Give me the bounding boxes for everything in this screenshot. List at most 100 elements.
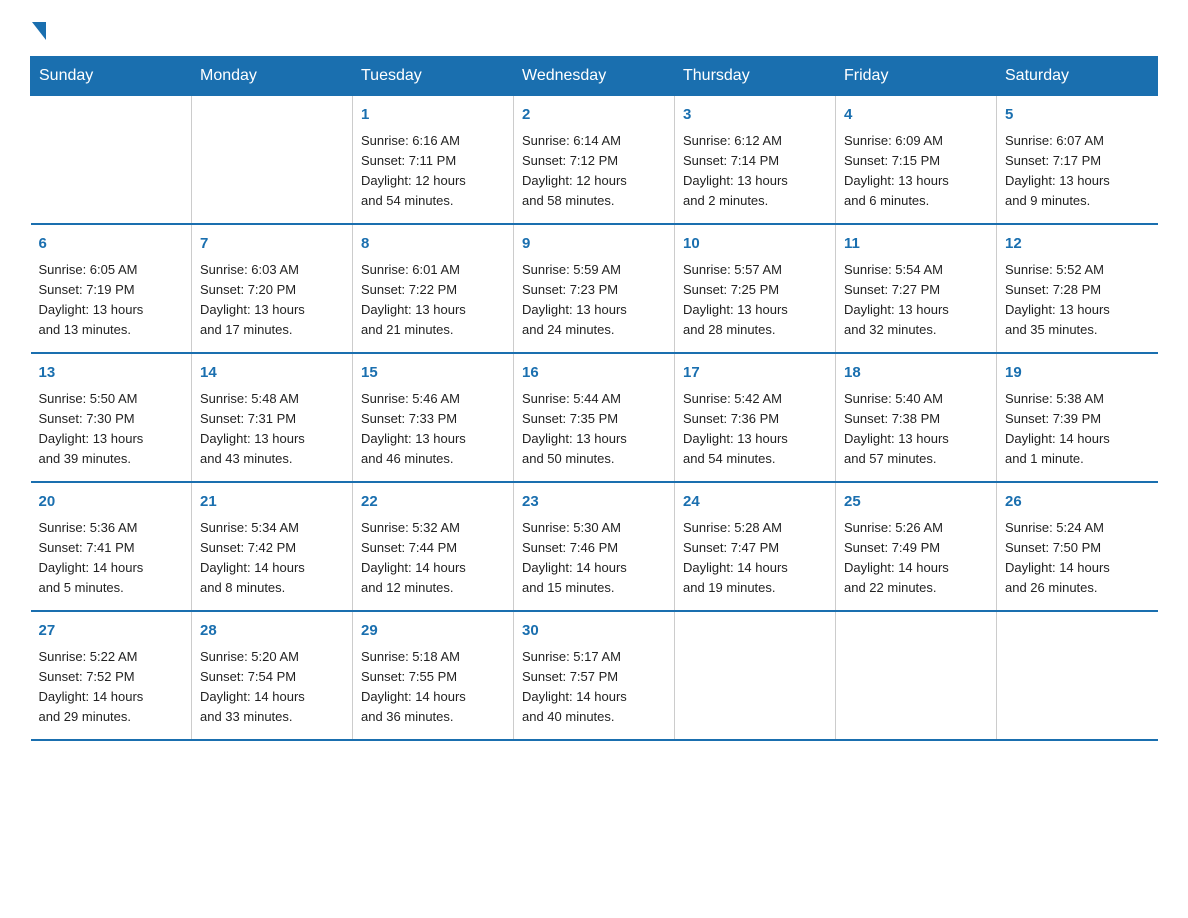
day-info: Sunrise: 6:16 AM Sunset: 7:11 PM Dayligh… xyxy=(361,131,505,212)
calendar-cell: 5 Sunrise: 6:07 AM Sunset: 7:17 PM Daylig… xyxy=(997,96,1158,225)
day-number: 2 xyxy=(522,104,666,127)
day-info: Sunrise: 5:20 AM Sunset: 7:54 PM Dayligh… xyxy=(200,647,344,728)
day-info: Sunrise: 5:17 AM Sunset: 7:57 PM Dayligh… xyxy=(522,647,666,728)
logo-arrow-icon xyxy=(32,22,46,40)
day-info: Sunrise: 5:50 AM Sunset: 7:30 PM Dayligh… xyxy=(39,389,184,470)
day-info: Sunrise: 5:22 AM Sunset: 7:52 PM Dayligh… xyxy=(39,647,184,728)
header-cell-friday: Friday xyxy=(836,57,997,96)
day-number: 22 xyxy=(361,491,505,514)
header-cell-monday: Monday xyxy=(192,57,353,96)
header-row: SundayMondayTuesdayWednesdayThursdayFrid… xyxy=(31,57,1158,96)
calendar-cell: 12Sunrise: 5:52 AM Sunset: 7:28 PM Dayli… xyxy=(997,224,1158,353)
day-number: 18 xyxy=(844,362,988,385)
day-number: 19 xyxy=(1005,362,1150,385)
day-number: 8 xyxy=(361,233,505,256)
header-cell-tuesday: Tuesday xyxy=(353,57,514,96)
day-number: 11 xyxy=(844,233,988,256)
day-number: 5 xyxy=(1005,104,1150,127)
day-number: 30 xyxy=(522,620,666,643)
calendar-cell xyxy=(997,611,1158,740)
day-number: 29 xyxy=(361,620,505,643)
week-row-2: 6 Sunrise: 6:05 AM Sunset: 7:19 PM Daylig… xyxy=(31,224,1158,353)
day-info: Sunrise: 5:36 AM Sunset: 7:41 PM Dayligh… xyxy=(39,518,184,599)
calendar-cell: 25 Sunrise: 5:26 AM Sunset: 7:49 PM Dayli… xyxy=(836,482,997,611)
day-number: 24 xyxy=(683,491,827,514)
day-number: 21 xyxy=(200,491,344,514)
day-number: 7 xyxy=(200,233,344,256)
day-number: 20 xyxy=(39,491,184,514)
calendar-cell: 9 Sunrise: 5:59 AM Sunset: 7:23 PM Daylig… xyxy=(514,224,675,353)
day-info: Sunrise: 6:03 AM Sunset: 7:20 PM Dayligh… xyxy=(200,260,344,341)
header-cell-wednesday: Wednesday xyxy=(514,57,675,96)
day-number: 12 xyxy=(1005,233,1150,256)
calendar-cell xyxy=(192,96,353,225)
header-cell-saturday: Saturday xyxy=(997,57,1158,96)
calendar-cell: 30 Sunrise: 5:17 AM Sunset: 7:57 PM Dayli… xyxy=(514,611,675,740)
day-info: Sunrise: 5:46 AM Sunset: 7:33 PM Dayligh… xyxy=(361,389,505,470)
calendar-cell: 6 Sunrise: 6:05 AM Sunset: 7:19 PM Daylig… xyxy=(31,224,192,353)
day-number: 1 xyxy=(361,104,505,127)
calendar-cell: 23Sunrise: 5:30 AM Sunset: 7:46 PM Dayli… xyxy=(514,482,675,611)
calendar-cell: 21 Sunrise: 5:34 AM Sunset: 7:42 PM Dayli… xyxy=(192,482,353,611)
day-info: Sunrise: 5:48 AM Sunset: 7:31 PM Dayligh… xyxy=(200,389,344,470)
day-number: 6 xyxy=(39,233,184,256)
week-row-3: 13Sunrise: 5:50 AM Sunset: 7:30 PM Dayli… xyxy=(31,353,1158,482)
calendar-cell: 2 Sunrise: 6:14 AM Sunset: 7:12 PM Daylig… xyxy=(514,96,675,225)
calendar-cell: 22 Sunrise: 5:32 AM Sunset: 7:44 PM Dayli… xyxy=(353,482,514,611)
day-info: Sunrise: 5:59 AM Sunset: 7:23 PM Dayligh… xyxy=(522,260,666,341)
day-number: 26 xyxy=(1005,491,1150,514)
calendar-cell: 7 Sunrise: 6:03 AM Sunset: 7:20 PM Daylig… xyxy=(192,224,353,353)
calendar-cell: 3 Sunrise: 6:12 AM Sunset: 7:14 PM Daylig… xyxy=(675,96,836,225)
day-number: 25 xyxy=(844,491,988,514)
day-info: Sunrise: 6:01 AM Sunset: 7:22 PM Dayligh… xyxy=(361,260,505,341)
calendar-cell: 15 Sunrise: 5:46 AM Sunset: 7:33 PM Dayli… xyxy=(353,353,514,482)
day-info: Sunrise: 5:38 AM Sunset: 7:39 PM Dayligh… xyxy=(1005,389,1150,470)
day-info: Sunrise: 5:42 AM Sunset: 7:36 PM Dayligh… xyxy=(683,389,827,470)
day-info: Sunrise: 5:24 AM Sunset: 7:50 PM Dayligh… xyxy=(1005,518,1150,599)
day-info: Sunrise: 5:40 AM Sunset: 7:38 PM Dayligh… xyxy=(844,389,988,470)
day-info: Sunrise: 5:44 AM Sunset: 7:35 PM Dayligh… xyxy=(522,389,666,470)
day-number: 28 xyxy=(200,620,344,643)
calendar-cell: 10 Sunrise: 5:57 AM Sunset: 7:25 PM Dayli… xyxy=(675,224,836,353)
day-info: Sunrise: 5:26 AM Sunset: 7:49 PM Dayligh… xyxy=(844,518,988,599)
calendar-cell: 29Sunrise: 5:18 AM Sunset: 7:55 PM Dayli… xyxy=(353,611,514,740)
header-cell-thursday: Thursday xyxy=(675,57,836,96)
day-number: 14 xyxy=(200,362,344,385)
calendar-cell xyxy=(675,611,836,740)
header-cell-sunday: Sunday xyxy=(31,57,192,96)
day-info: Sunrise: 6:12 AM Sunset: 7:14 PM Dayligh… xyxy=(683,131,827,212)
day-info: Sunrise: 5:34 AM Sunset: 7:42 PM Dayligh… xyxy=(200,518,344,599)
day-number: 16 xyxy=(522,362,666,385)
day-info: Sunrise: 6:05 AM Sunset: 7:19 PM Dayligh… xyxy=(39,260,184,341)
week-row-1: 1 Sunrise: 6:16 AM Sunset: 7:11 PM Daylig… xyxy=(31,96,1158,225)
day-info: Sunrise: 6:09 AM Sunset: 7:15 PM Dayligh… xyxy=(844,131,988,212)
page-header xyxy=(30,20,1158,38)
calendar-cell xyxy=(31,96,192,225)
calendar-cell xyxy=(836,611,997,740)
day-number: 3 xyxy=(683,104,827,127)
day-info: Sunrise: 5:30 AM Sunset: 7:46 PM Dayligh… xyxy=(522,518,666,599)
calendar-cell: 27 Sunrise: 5:22 AM Sunset: 7:52 PM Dayli… xyxy=(31,611,192,740)
calendar-cell: 16 Sunrise: 5:44 AM Sunset: 7:35 PM Dayli… xyxy=(514,353,675,482)
day-info: Sunrise: 5:32 AM Sunset: 7:44 PM Dayligh… xyxy=(361,518,505,599)
calendar-table: SundayMondayTuesdayWednesdayThursdayFrid… xyxy=(30,56,1158,741)
day-info: Sunrise: 5:54 AM Sunset: 7:27 PM Dayligh… xyxy=(844,260,988,341)
day-number: 27 xyxy=(39,620,184,643)
calendar-cell: 28 Sunrise: 5:20 AM Sunset: 7:54 PM Dayli… xyxy=(192,611,353,740)
day-info: Sunrise: 5:28 AM Sunset: 7:47 PM Dayligh… xyxy=(683,518,827,599)
day-info: Sunrise: 6:14 AM Sunset: 7:12 PM Dayligh… xyxy=(522,131,666,212)
calendar-cell: 26 Sunrise: 5:24 AM Sunset: 7:50 PM Dayli… xyxy=(997,482,1158,611)
calendar-cell: 8 Sunrise: 6:01 AM Sunset: 7:22 PM Daylig… xyxy=(353,224,514,353)
day-info: Sunrise: 6:07 AM Sunset: 7:17 PM Dayligh… xyxy=(1005,131,1150,212)
calendar-cell: 1 Sunrise: 6:16 AM Sunset: 7:11 PM Daylig… xyxy=(353,96,514,225)
calendar-body: 1 Sunrise: 6:16 AM Sunset: 7:11 PM Daylig… xyxy=(31,96,1158,741)
calendar-cell: 11 Sunrise: 5:54 AM Sunset: 7:27 PM Dayli… xyxy=(836,224,997,353)
calendar-cell: 17Sunrise: 5:42 AM Sunset: 7:36 PM Dayli… xyxy=(675,353,836,482)
week-row-4: 20 Sunrise: 5:36 AM Sunset: 7:41 PM Dayli… xyxy=(31,482,1158,611)
day-info: Sunrise: 5:57 AM Sunset: 7:25 PM Dayligh… xyxy=(683,260,827,341)
day-number: 9 xyxy=(522,233,666,256)
day-number: 15 xyxy=(361,362,505,385)
calendar-cell: 24 Sunrise: 5:28 AM Sunset: 7:47 PM Dayli… xyxy=(675,482,836,611)
calendar-header: SundayMondayTuesdayWednesdayThursdayFrid… xyxy=(31,57,1158,96)
day-number: 10 xyxy=(683,233,827,256)
